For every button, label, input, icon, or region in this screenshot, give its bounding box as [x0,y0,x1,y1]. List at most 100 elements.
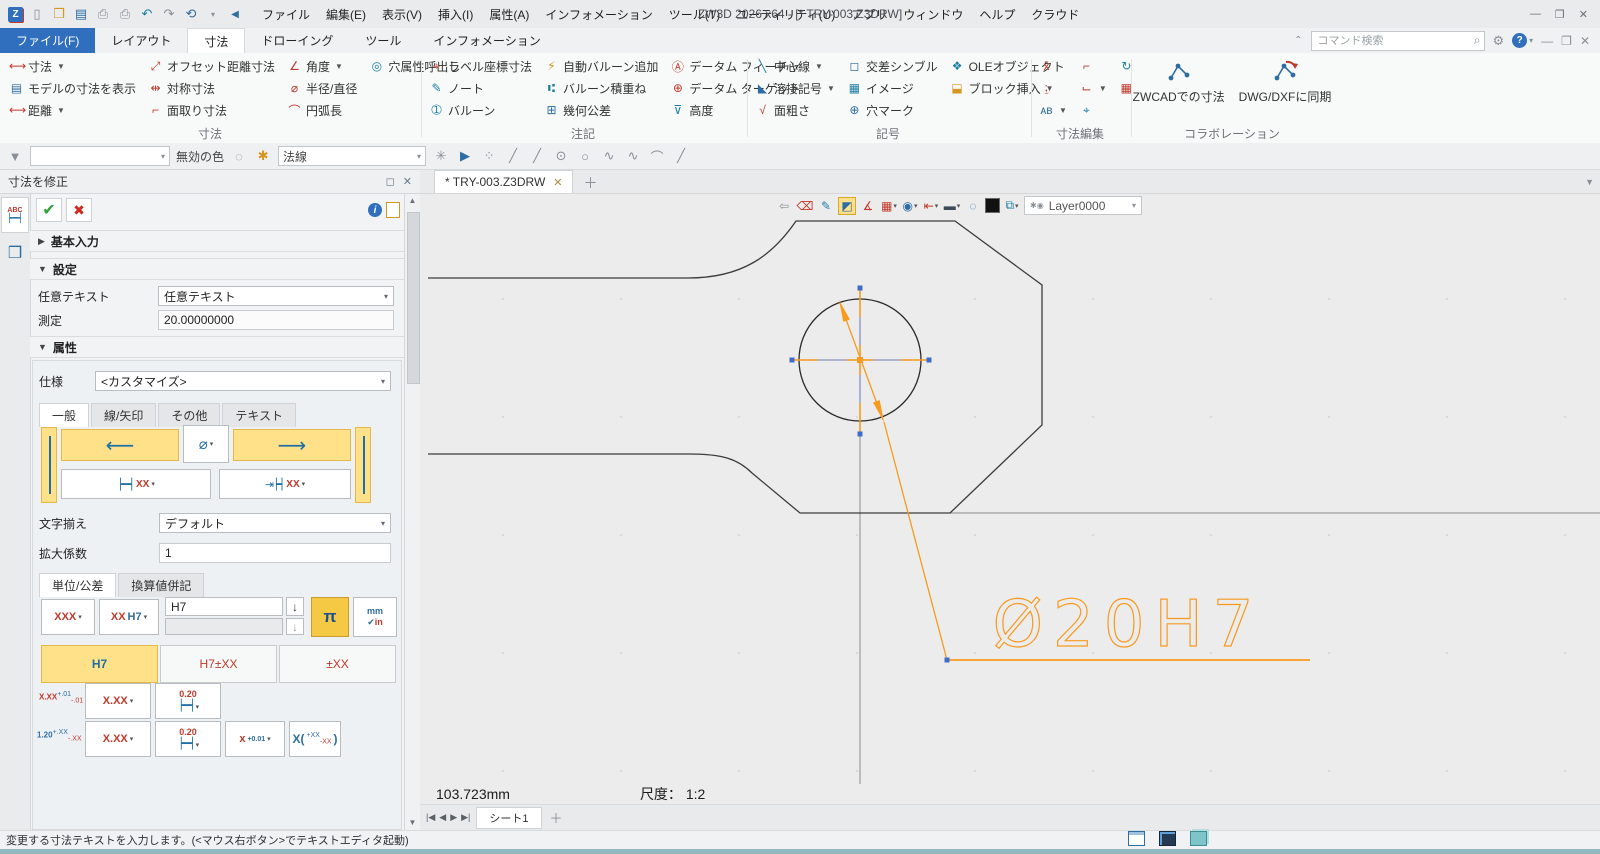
fit-upper-pick-button[interactable]: ↓ [286,597,304,616]
ribbon-button-モデルの寸法を表示[interactable]: ▤ モデルの寸法を表示 [4,77,141,99]
save-icon[interactable]: ▤ [73,6,89,22]
circle-point-icon[interactable]: ⊙ [552,148,570,164]
tol-fmt-combo-1[interactable]: X.XX ▾ [85,683,151,719]
layer-combo[interactable]: ✱◉ Layer0000 ▾ [1024,196,1142,215]
ribbon-button-寸法[interactable]: ⟷ 寸法 ▼ [4,55,141,77]
print-preview-icon[interactable]: ⎙ [117,6,133,22]
panel-dock-icon[interactable]: ◻ [386,175,395,188]
window-close-button[interactable]: ✕ [1579,8,1588,21]
layers-icon[interactable]: ⧉ ▾ [1003,197,1021,215]
zoom-preview-icon[interactable]: ◉ ▾ [901,197,919,215]
menu-item-3[interactable]: 挿入(I) [431,3,480,26]
cancel-button[interactable]: ✖ [66,198,92,222]
new-document-tab-button[interactable]: ＋ [583,173,597,193]
ribbon-button-交差シンブル[interactable]: ◻ 交差シンブル [842,55,943,77]
ghost-color-icon[interactable]: ◌ [230,149,248,164]
prev-sheet-icon[interactable]: ◀ [439,812,446,823]
ribbon-button-穴マーク[interactable]: ⊕ 穴マーク [842,99,943,121]
ribbon-button-自動バルーン追加[interactable]: ⚡ 自動バルーン追加 [539,55,663,77]
ribbon-button-距離[interactable]: ⟷ 距離 ▼ [4,99,141,121]
scrollbar-thumb[interactable] [407,212,420,384]
text-align-combo[interactable]: デフォルト ▾ [159,513,391,533]
attr-tab-一般[interactable]: 一般 [39,403,90,427]
section-basic-input[interactable]: ▶ 基本入力 [30,230,404,252]
document-tab[interactable]: * TRY-003.Z3DRW ✕ [434,170,574,193]
dimension-text-tool-icon[interactable]: ABC ┝━┥ [1,197,29,233]
panel-scrollbar[interactable]: ▲ ▼ [404,194,420,830]
ribbon-button-xxedit[interactable]: ẍ [1034,55,1072,77]
open-file-icon[interactable]: ❒ [51,6,67,22]
view-tool-icon[interactable]: ❒ [2,236,28,270]
ribbon-button-ラベル座標寸法[interactable]: ⌖ ラベル座標寸法 [424,55,537,77]
command-search-input[interactable] [1310,30,1485,51]
last-sheet-icon[interactable]: ▶| [461,812,470,823]
ribbon-button-面粗さ[interactable]: √ 面粗さ [750,99,840,121]
regen-icon[interactable]: ⟲ [183,6,199,22]
tol-style-button-H7±XX[interactable]: H7±XX [160,645,277,683]
spline-icon[interactable]: ∿ [624,148,642,164]
dim-line-right-combo[interactable]: ⇥┝┥ XX ▾ [219,469,351,499]
ok-button[interactable]: ✔ [36,198,62,222]
panel-close-icon[interactable]: ✕ [403,175,412,188]
window-minimize-button[interactable]: — [1530,8,1541,21]
part-outline[interactable] [428,220,1043,514]
display-mode-icon[interactable]: ▬ ▾ [943,197,961,215]
tab-ツール[interactable]: ツール [349,28,417,53]
doc-minimize-button[interactable]: — [1541,34,1553,48]
circle-icon[interactable]: ○ [576,149,594,164]
any-text-combo[interactable]: 任意テキスト ▾ [158,286,394,306]
fmt-primary-combo[interactable]: XXX ▾ [41,599,95,635]
bulb-color-icon[interactable]: ✱ [254,148,272,164]
menu-item-11[interactable]: クラウド [1024,3,1086,26]
ribbon-button-オフセット距離寸法[interactable]: ⤢ オフセット距離寸法 [143,55,280,77]
help-button[interactable]: ? ▾ [1512,33,1533,48]
sheet-tab[interactable]: シート1 [476,806,542,829]
erase-icon[interactable]: ⌫ [796,197,814,215]
spline-point-icon[interactable]: ∿ [600,148,618,164]
point-style-icon[interactable]: ⁘ [480,148,498,164]
ribbon-button-円弧長[interactable]: ⌒ 円弧長 [282,99,362,121]
tab-list-caret-icon[interactable]: ▼ [1585,177,1594,187]
menu-item-5[interactable]: インフォメーション [538,3,659,26]
menu-item-7[interactable]: ユーティリティ(U) [729,3,842,26]
brush-icon[interactable]: ✎ [817,197,835,215]
ribbon-button-幾何公差[interactable]: ⊞ 幾何公差 [539,99,663,121]
menu-item-6[interactable]: ツール(T) [662,3,727,26]
attr-tab-線/矢印[interactable]: 線/矢印 [91,403,157,427]
ribbon-button-dimh[interactable]: ⌙ ▼ [1074,77,1112,99]
menu-item-4[interactable]: 属性(A) [482,3,536,26]
ribbon-button-ノート[interactable]: ✎ ノート [424,77,537,99]
ribbon-button-t50[interactable]: ⍮ [1034,77,1072,99]
drawing-canvas[interactable]: Ø20H7 ⇦ ⌫ ✎ ◩ ∡ ▦ ▾ ◉ ▾ ⇤ ▾ ▬ ▾ ◌ ⧉ ▾ ✱◉… [420,194,1600,784]
ribbon-button-溶接記号[interactable]: ◣ 溶接記号 ▼ [750,77,840,99]
next-sheet-icon[interactable]: ▶ [450,812,457,823]
dim-line-left-combo[interactable]: ┝━┥ XX ▾ [61,469,211,499]
attribute-filter-combo[interactable]: ▾ [30,146,170,166]
tab-インフォメーション[interactable]: インフォメーション [417,28,556,53]
quickbar-caret-icon[interactable]: ▾ [205,6,221,22]
tol-style-button-H7[interactable]: H7 [41,645,158,683]
add-sheet-button[interactable]: ＋ [550,808,563,827]
menu-item-8[interactable]: アプリ [844,3,894,26]
monitor-icon[interactable] [1159,831,1176,846]
undo-icon[interactable]: ↶ [139,6,155,22]
collapse-left-icon[interactable]: ◀ [227,6,243,22]
mm-in-toggle-button[interactable]: mm ✔in [353,597,397,637]
big-button-DWG/DXFに同期[interactable]: DWG/DXFに同期 [1235,57,1336,107]
menu-item-1[interactable]: 編集(E) [319,3,373,26]
ribbon-button-角度[interactable]: ∠ 角度 ▼ [282,55,362,77]
tab-file[interactable]: ファイル(F) [0,28,96,53]
ribbon-button-半径/直径[interactable]: ⌀ 半径/直径 [282,77,362,99]
scroll-down-icon[interactable]: ▼ [405,816,420,830]
ray-icon[interactable]: ╱ [672,148,690,164]
ext-line-left-button[interactable] [41,427,57,503]
tol-sup-combo[interactable]: x +0.01 ▾ [225,721,285,757]
new-file-icon[interactable]: ▯ [29,6,45,22]
ribbon-button-バルーン[interactable]: ➀ バルーン [424,99,537,121]
pi-button[interactable]: π [311,597,349,637]
section-attributes[interactable]: ▼ 属性 [30,336,404,358]
menu-item-2[interactable]: 表示(V) [375,3,429,26]
layer-manager-icon[interactable] [1190,831,1207,846]
menu-item-0[interactable]: ファイル [255,3,317,26]
fit-lower-pick-button[interactable]: ↓ [286,618,304,635]
